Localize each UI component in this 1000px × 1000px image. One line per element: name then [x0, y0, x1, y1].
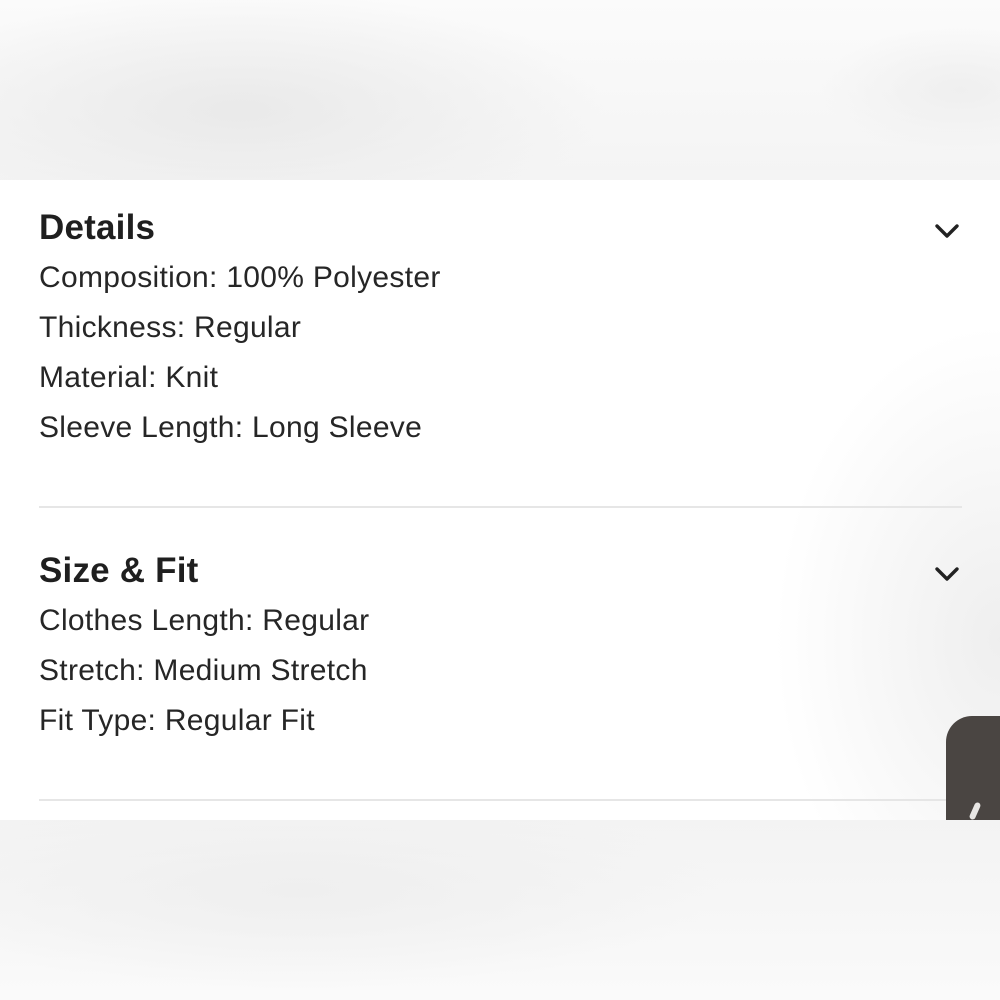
background-photo-bottom: [0, 820, 1000, 1000]
size-fit-attribute-list: Clothes Length: Regular Stretch: Medium …: [39, 603, 962, 753]
size-fit-section: Size & Fit Clothes Length: Regular Stret…: [39, 545, 962, 753]
size-fit-section-title: Size & Fit: [39, 551, 199, 590]
product-photo-edge: [946, 716, 1000, 820]
background-photo-top: [0, 0, 1000, 180]
details-section-header[interactable]: Details: [39, 202, 962, 260]
details-section: Details Composition: 100% Polyester Thic…: [39, 202, 962, 460]
chevron-down-icon[interactable]: [930, 214, 964, 248]
details-attribute-material: Material: Knit: [39, 361, 219, 394]
size-fit-attribute-clothes-length: Clothes Length: Regular: [39, 604, 370, 637]
size-fit-section-header[interactable]: Size & Fit: [39, 545, 962, 603]
chevron-down-icon[interactable]: [930, 557, 964, 591]
details-section-title: Details: [39, 208, 156, 247]
details-attribute-thickness: Thickness: Regular: [39, 311, 302, 344]
details-attribute-list: Composition: 100% Polyester Thickness: R…: [39, 260, 962, 460]
product-detail-page: Details Composition: 100% Polyester Thic…: [0, 0, 1000, 1000]
size-fit-attribute-fit-type: Fit Type: Regular Fit: [39, 704, 315, 737]
section-divider: [39, 506, 962, 508]
section-divider: [39, 799, 962, 801]
product-info-panel: Details Composition: 100% Polyester Thic…: [0, 180, 1000, 820]
details-attribute-sleeve-length: Sleeve Length: Long Sleeve: [39, 411, 423, 444]
size-fit-attribute-stretch: Stretch: Medium Stretch: [39, 654, 368, 687]
details-attribute-composition: Composition: 100% Polyester: [39, 261, 441, 294]
